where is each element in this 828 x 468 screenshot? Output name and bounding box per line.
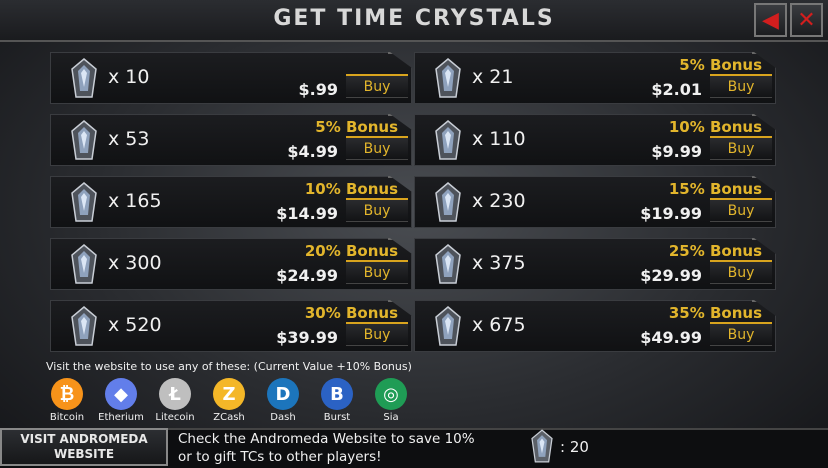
buy-button[interactable]: Buy bbox=[710, 260, 772, 284]
pack-bonus: 30% Bonus bbox=[304, 304, 398, 322]
pack-quantity: x 10 bbox=[108, 66, 150, 88]
buy-button[interactable]: Buy bbox=[710, 74, 772, 98]
crystal-pack: x 10 $.99 Buy bbox=[50, 52, 412, 104]
dash-icon: D bbox=[267, 378, 299, 410]
buy-button[interactable]: Buy bbox=[710, 322, 772, 346]
crypto-label: ZCash bbox=[213, 412, 245, 423]
crystal-pack: x 300 20% Bonus $24.99 Buy bbox=[50, 238, 412, 290]
crypto-label: Bitcoin bbox=[49, 412, 85, 423]
sia-icon: ◎ bbox=[375, 378, 407, 410]
footer-message: Check the Andromeda Website to save 10% … bbox=[178, 430, 475, 466]
crystal-pack: x 230 15% Bonus $19.99 Buy bbox=[414, 176, 776, 228]
crystal-pack: x 165 10% Bonus $14.99 Buy bbox=[50, 176, 412, 228]
pack-quantity: x 165 bbox=[108, 190, 162, 212]
pack-price: $14.99 bbox=[276, 204, 338, 223]
crypto-etherium: ◆ Etherium bbox=[93, 378, 149, 423]
visit-line2: WEBSITE bbox=[53, 447, 115, 461]
crystal-pack: x 110 10% Bonus $9.99 Buy bbox=[414, 114, 776, 166]
pack-quantity: x 675 bbox=[472, 314, 526, 336]
crypto-litecoin: Ł Litecoin bbox=[147, 378, 203, 423]
time-crystal-icon bbox=[435, 58, 461, 98]
buy-button[interactable]: Buy bbox=[346, 198, 408, 222]
crystal-pack: x 375 25% Bonus $29.99 Buy bbox=[414, 238, 776, 290]
crypto-intro: Visit the website to use any of these: (… bbox=[46, 360, 412, 373]
back-button[interactable]: ◀ bbox=[754, 3, 787, 37]
litecoin-icon: Ł bbox=[159, 378, 191, 410]
time-crystal-icon bbox=[71, 120, 97, 160]
pack-bonus: 5% Bonus bbox=[679, 56, 762, 74]
pack-bonus: 10% Bonus bbox=[668, 118, 762, 136]
buy-button[interactable]: Buy bbox=[346, 260, 408, 284]
pack-price: $39.99 bbox=[276, 328, 338, 347]
close-button[interactable]: ✕ bbox=[790, 3, 823, 37]
time-crystal-icon bbox=[71, 182, 97, 222]
pack-quantity: x 375 bbox=[472, 252, 526, 274]
crypto-label: Dash bbox=[270, 412, 296, 423]
pack-bonus: 10% Bonus bbox=[304, 180, 398, 198]
pack-price: $29.99 bbox=[640, 266, 702, 285]
pack-quantity: x 110 bbox=[472, 128, 526, 150]
crystal-pack: x 53 5% Bonus $4.99 Buy bbox=[50, 114, 412, 166]
pack-quantity: x 53 bbox=[108, 128, 150, 150]
crypto-label: Litecoin bbox=[155, 412, 195, 423]
visit-website-button[interactable]: VISIT ANDROMEDA WEBSITE bbox=[0, 428, 168, 466]
close-icon: ✕ bbox=[797, 7, 816, 33]
crypto-bitcoin: ₿ Bitcoin bbox=[39, 378, 95, 423]
etherium-icon: ◆ bbox=[105, 378, 137, 410]
time-crystal-icon bbox=[435, 120, 461, 160]
pack-price: $.99 bbox=[298, 80, 338, 99]
buy-button[interactable]: Buy bbox=[346, 322, 408, 346]
pack-price: $2.01 bbox=[651, 80, 702, 99]
time-crystal-icon bbox=[71, 244, 97, 284]
pack-bonus: 15% Bonus bbox=[668, 180, 762, 198]
crypto-dash: D Dash bbox=[255, 378, 311, 423]
pack-bonus: 5% Bonus bbox=[315, 118, 398, 136]
crystal-pack: x 675 35% Bonus $49.99 Buy bbox=[414, 300, 776, 352]
crypto-label: Burst bbox=[323, 412, 351, 423]
footer-msg-line2: or to gift TCs to other players! bbox=[178, 449, 382, 465]
crypto-label: Etherium bbox=[98, 412, 144, 423]
buy-button[interactable]: Buy bbox=[710, 198, 772, 222]
top-bar: GET TIME CRYSTALS bbox=[0, 0, 828, 42]
time-crystal-icon bbox=[435, 244, 461, 284]
pack-quantity: x 520 bbox=[108, 314, 162, 336]
time-crystal-icon bbox=[71, 58, 97, 98]
time-crystal-count: : 20 bbox=[560, 438, 589, 456]
crystal-pack: x 520 30% Bonus $39.99 Buy bbox=[50, 300, 412, 352]
bitcoin-icon: ₿ bbox=[51, 378, 83, 410]
time-crystal-icon bbox=[435, 306, 461, 346]
crypto-sia: ◎ Sia bbox=[363, 378, 419, 423]
pack-quantity: x 21 bbox=[472, 66, 514, 88]
crystal-pack: x 21 5% Bonus $2.01 Buy bbox=[414, 52, 776, 104]
buy-button[interactable]: Buy bbox=[346, 136, 408, 160]
time-crystal-icon bbox=[531, 429, 553, 463]
crypto-burst: B Burst bbox=[309, 378, 365, 423]
pack-price: $19.99 bbox=[640, 204, 702, 223]
time-crystal-icon bbox=[71, 306, 97, 346]
visit-line1: VISIT ANDROMEDA bbox=[20, 432, 148, 446]
arrow-left-icon: ◀ bbox=[762, 7, 779, 33]
pack-price: $4.99 bbox=[287, 142, 338, 161]
pack-bonus: 35% Bonus bbox=[668, 304, 762, 322]
buy-button[interactable]: Buy bbox=[346, 74, 408, 98]
pack-bonus: 20% Bonus bbox=[304, 242, 398, 260]
page-title: GET TIME CRYSTALS bbox=[273, 6, 555, 31]
crypto-zcash: Z ZCash bbox=[201, 378, 257, 423]
time-crystal-icon bbox=[435, 182, 461, 222]
pack-quantity: x 230 bbox=[472, 190, 526, 212]
pack-price: $24.99 bbox=[276, 266, 338, 285]
pack-bonus: 25% Bonus bbox=[668, 242, 762, 260]
zcash-icon: Z bbox=[213, 378, 245, 410]
burst-icon: B bbox=[321, 378, 353, 410]
pack-price: $49.99 bbox=[640, 328, 702, 347]
footer-msg-line1: Check the Andromeda Website to save 10% bbox=[178, 431, 475, 447]
pack-quantity: x 300 bbox=[108, 252, 162, 274]
buy-button[interactable]: Buy bbox=[710, 136, 772, 160]
crypto-label: Sia bbox=[383, 412, 399, 423]
pack-price: $9.99 bbox=[651, 142, 702, 161]
